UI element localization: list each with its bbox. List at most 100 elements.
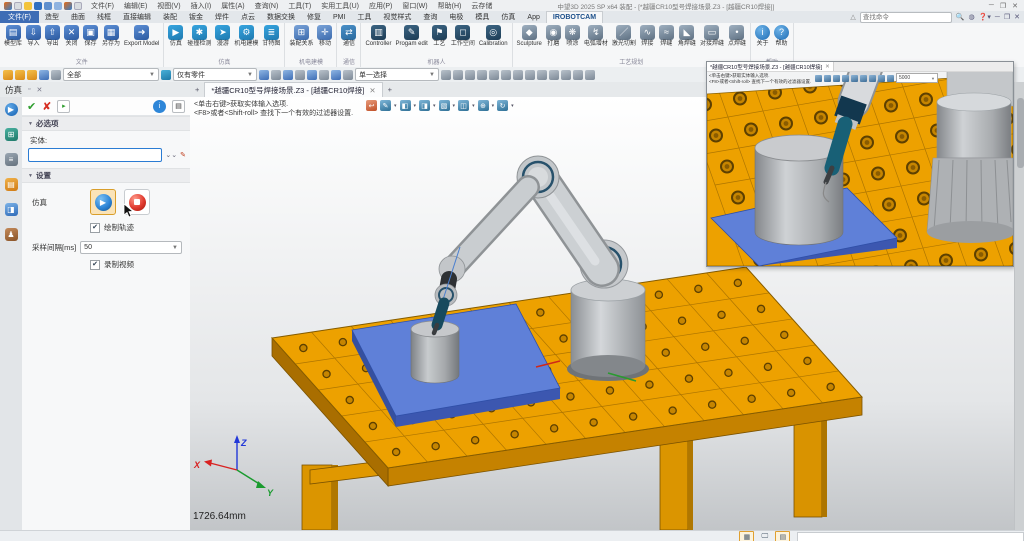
ribbon-tab-装配[interactable]: 装配 bbox=[157, 11, 183, 23]
view-section-icon[interactable]: ◫ bbox=[458, 100, 469, 111]
ribbon-button-import[interactable]: ⇩导入 bbox=[24, 24, 43, 49]
restore-button[interactable]: ❐ bbox=[1000, 2, 1006, 10]
mini-fit-icon[interactable] bbox=[887, 75, 894, 82]
ribbon-tab-造型[interactable]: 造型 bbox=[39, 11, 65, 23]
ribbon-button-save-as[interactable]: ▦另存为 bbox=[100, 24, 122, 49]
grid-toggle-icon[interactable]: ▦ bbox=[739, 531, 754, 541]
ribbon-tab-工具[interactable]: 工具 bbox=[351, 11, 377, 23]
welding-torch[interactable] bbox=[437, 303, 444, 325]
selection-mode-select[interactable]: 单一选择▼ bbox=[355, 68, 439, 81]
chevron-down-icon[interactable]: ▾ bbox=[433, 103, 436, 109]
box-select-icon[interactable] bbox=[39, 70, 49, 80]
select-arrow-icon[interactable] bbox=[3, 70, 13, 80]
menubar-item[interactable]: 编辑(E) bbox=[119, 1, 152, 11]
remove-select-icon[interactable] bbox=[27, 70, 37, 80]
undo-icon[interactable] bbox=[54, 2, 62, 10]
chevron-down-icon[interactable]: ▾ bbox=[453, 103, 456, 109]
ribbon-button-butt-weld[interactable]: ▭对接焊缝 bbox=[698, 24, 726, 49]
ribbon-button-move[interactable]: ✛移动 bbox=[315, 24, 334, 49]
close-button[interactable]: ✕ bbox=[1012, 2, 1018, 10]
visualization-icon[interactable]: ◨ bbox=[5, 203, 18, 216]
chevron-down-icon[interactable]: ▾ bbox=[394, 103, 397, 109]
ribbon-button-program-edit[interactable]: ✎Progam edit bbox=[393, 24, 429, 49]
cancel-button[interactable]: ✘ bbox=[42, 100, 51, 113]
close-button[interactable]: ✕ bbox=[1014, 13, 1020, 21]
ribbon-button-about[interactable]: i关于 bbox=[753, 24, 772, 49]
options-page-icon[interactable]: ▤ bbox=[172, 100, 185, 113]
ribbon-tab-app[interactable]: App bbox=[521, 11, 545, 23]
copy-icon[interactable] bbox=[259, 70, 269, 80]
ribbon-tab-数据交换[interactable]: 数据交换 bbox=[261, 11, 301, 23]
ribbon-button-process[interactable]: ⚑工艺 bbox=[430, 24, 449, 49]
exit-pick-icon[interactable]: ↩ bbox=[366, 100, 377, 111]
pick-filter-icon[interactable] bbox=[161, 70, 171, 80]
mini-exit-icon[interactable] bbox=[815, 75, 822, 82]
pick-arrow-icon[interactable] bbox=[441, 70, 451, 80]
component-filter-icon[interactable] bbox=[331, 70, 341, 80]
menubar-item[interactable]: 窗口(W) bbox=[397, 1, 432, 11]
snap-wave-icon[interactable] bbox=[525, 70, 535, 80]
edge-filter-icon[interactable] bbox=[295, 70, 305, 80]
role-manager-icon[interactable]: ♟ bbox=[5, 228, 18, 241]
ribbon-tab-pmi[interactable]: PMI bbox=[327, 11, 351, 23]
ribbon-tab-模具[interactable]: 模具 bbox=[469, 11, 495, 23]
required-section-header[interactable]: ▼ 必选项 bbox=[22, 116, 190, 131]
scrollbar-thumb[interactable] bbox=[1017, 98, 1024, 168]
ribbon-button-mechatronics-model[interactable]: ⚙机电建模 bbox=[232, 24, 260, 49]
ribbon-button-workspace[interactable]: ◻工作空间 bbox=[449, 24, 477, 49]
ribbon-button-collision-detect[interactable]: ✱碰撞检测 bbox=[185, 24, 213, 49]
mini-zoom-icon[interactable] bbox=[860, 75, 867, 82]
file-menu-button[interactable]: 文件(F) bbox=[0, 11, 39, 23]
ribbon-button-spray[interactable]: ❋喷涂 bbox=[563, 24, 582, 49]
view-orbit-icon[interactable]: ↻ bbox=[497, 100, 508, 111]
ribbon-tab-仿真[interactable]: 仿真 bbox=[495, 11, 521, 23]
document-tab[interactable]: *越疆CR10型号焊接场景.Z3 - [越疆CR10焊接] ✕ bbox=[204, 82, 382, 97]
info-icon[interactable]: i bbox=[153, 100, 166, 113]
ribbon-button-calibration[interactable]: ◎Calibration bbox=[477, 24, 510, 49]
ribbon-tab-点云[interactable]: 点云 bbox=[235, 11, 261, 23]
ribbon-tab-焊件[interactable]: 焊件 bbox=[209, 11, 235, 23]
view-zoom-icon[interactable]: ⊕ bbox=[478, 100, 489, 111]
entity-filter-select[interactable]: 仅有零件▼ bbox=[173, 68, 257, 81]
snap-line-icon[interactable] bbox=[477, 70, 487, 80]
assembly-tree-icon[interactable]: ⊞ bbox=[5, 128, 18, 141]
ribbon-button-walkthrough[interactable]: ➤漫游 bbox=[213, 24, 232, 49]
loop-pick-icon[interactable] bbox=[465, 70, 475, 80]
command-search-input[interactable] bbox=[860, 12, 952, 23]
ribbon-button-spot-weld[interactable]: •点焊缝 bbox=[726, 24, 748, 49]
ribbon-button-weld-seam[interactable]: ≈焊缝 bbox=[657, 24, 676, 49]
inset-document-tab[interactable]: *越疆CR10型号焊接场景.Z3 - [越疆CR10焊接] ✕ bbox=[707, 62, 834, 71]
expand-chevron-icon[interactable]: ⌄⌄ bbox=[165, 151, 177, 159]
ribbon-button-export[interactable]: ⇧导出 bbox=[43, 24, 62, 49]
tab-scroll-button[interactable]: + bbox=[190, 85, 204, 94]
feature-filter-icon[interactable] bbox=[319, 70, 329, 80]
save-all-icon[interactable] bbox=[44, 2, 52, 10]
menubar-item[interactable]: 文件(F) bbox=[86, 1, 119, 11]
ribbon-tab-曲面[interactable]: 曲面 bbox=[65, 11, 91, 23]
ribbon-tab-视觉样式[interactable]: 视觉样式 bbox=[377, 11, 417, 23]
ribbon-button-close-file[interactable]: ✕关闭 bbox=[62, 24, 81, 49]
notification-bell-icon[interactable]: △ bbox=[850, 13, 855, 21]
snap-center-icon[interactable] bbox=[501, 70, 511, 80]
ribbon-button-save-file[interactable]: ▣保存 bbox=[81, 24, 100, 49]
menubar-item[interactable]: 属性(A) bbox=[216, 1, 249, 11]
scope-filter-select[interactable]: 全部▼ bbox=[63, 68, 159, 81]
menubar-item[interactable]: 云存储 bbox=[466, 1, 497, 11]
entity-input[interactable] bbox=[28, 148, 162, 162]
open-file-icon[interactable] bbox=[24, 2, 32, 10]
ribbon-button-weld[interactable]: ∿焊接 bbox=[638, 24, 657, 49]
ribbon-button-fillet-weld[interactable]: ◣角焊缝 bbox=[676, 24, 698, 49]
snap-flower2-icon[interactable] bbox=[585, 70, 595, 80]
mini-view-icon[interactable] bbox=[824, 75, 831, 82]
chevron-down-icon[interactable]: ▾ bbox=[511, 103, 514, 109]
ribbon-button-model-library[interactable]: ▤模型库 bbox=[2, 24, 24, 49]
mini-section-icon[interactable] bbox=[851, 75, 858, 82]
minimize-button[interactable]: ─ bbox=[989, 2, 994, 10]
snap-slash-icon[interactable] bbox=[561, 70, 571, 80]
tab-close-icon[interactable]: ✕ bbox=[369, 86, 375, 95]
help-icon[interactable]: ❓▾ bbox=[979, 13, 991, 21]
sketch-filter-icon[interactable] bbox=[343, 70, 353, 80]
settings-section-header[interactable]: ▼ 设置 bbox=[22, 168, 190, 183]
pick-brush-icon[interactable]: ✎ bbox=[180, 151, 186, 159]
new-tab-button[interactable]: + bbox=[383, 85, 397, 94]
